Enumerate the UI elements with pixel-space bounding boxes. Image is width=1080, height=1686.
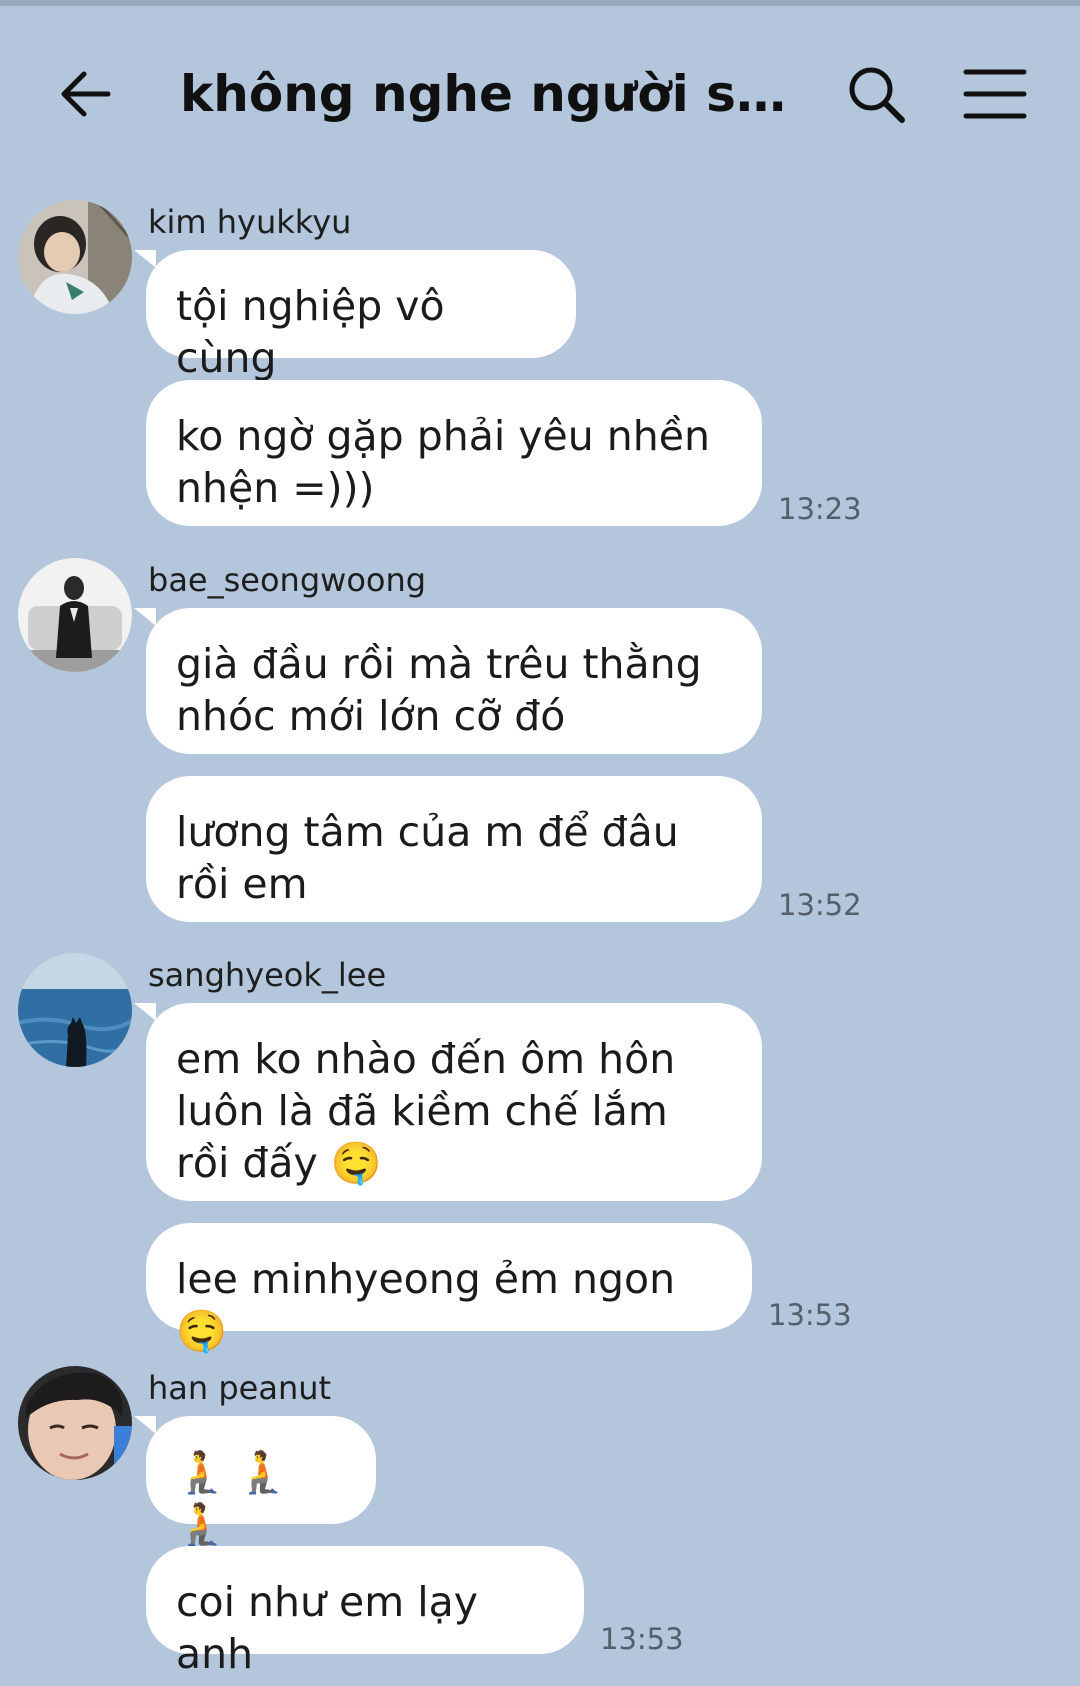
message-timestamp: 13:53 xyxy=(600,1622,684,1656)
avatar[interactable] xyxy=(18,1366,132,1480)
message-text: coi như em lạy anh xyxy=(176,1578,479,1678)
message-text: lương tâm của m để đâu rồi em xyxy=(176,808,679,908)
message-bubble[interactable]: coi như em lạy anh xyxy=(146,1546,584,1678)
avatar[interactable] xyxy=(18,953,132,1067)
message-bubble[interactable]: 🧎🧎🧎 xyxy=(134,1416,376,1548)
message-bubble[interactable]: ko ngờ gặp phải yêu nhền nhện =))) xyxy=(146,380,762,526)
avatar[interactable] xyxy=(18,558,132,672)
chat-title: không nghe người simp... xyxy=(180,65,800,123)
message-text: ko ngờ gặp phải yêu nhền nhện =))) xyxy=(176,412,710,512)
message-bubble[interactable]: lương tâm của m để đâu rồi em xyxy=(146,776,762,922)
sender-name: bae_seongwoong xyxy=(148,561,427,599)
message-bubble[interactable]: tội nghiệp vô cùng xyxy=(134,250,576,382)
message-text: già đầu rồi mà trêu thằng nhóc mới lớn c… xyxy=(176,640,702,740)
avatar[interactable] xyxy=(18,200,132,314)
sender-name: han peanut xyxy=(148,1369,332,1407)
arrow-left-icon[interactable] xyxy=(56,62,120,126)
avatar-photo xyxy=(18,558,132,672)
sender-name: kim hyukkyu xyxy=(148,203,352,241)
message-text: em ko nhào đến ôm hôn luôn là đã kiềm ch… xyxy=(176,1035,676,1187)
message-bubble[interactable]: em ko nhào đến ôm hôn luôn là đã kiềm ch… xyxy=(134,1003,762,1201)
message-timestamp: 13:23 xyxy=(778,492,862,526)
chat-header: không nghe người simp... xyxy=(0,6,1080,176)
message-bubble[interactable]: lee minhyeong ẻm ngon 🤤 xyxy=(146,1223,752,1355)
sender-name: sanghyeok_lee xyxy=(148,956,387,994)
search-icon[interactable] xyxy=(846,64,908,126)
message-text: tội nghiệp vô cùng xyxy=(176,282,445,382)
hamburger-menu-icon[interactable] xyxy=(962,66,1028,122)
message-timestamp: 13:53 xyxy=(768,1298,852,1332)
avatar-photo xyxy=(18,200,132,314)
message-text: lee minhyeong ẻm ngon 🤤 xyxy=(176,1255,676,1355)
message-bubble[interactable]: già đầu rồi mà trêu thằng nhóc mới lớn c… xyxy=(134,608,762,754)
avatar-photo xyxy=(18,953,132,1067)
message-timestamp: 13:52 xyxy=(778,888,862,922)
message-text: 🧎🧎🧎 xyxy=(176,1448,299,1548)
avatar-photo xyxy=(18,1366,132,1480)
